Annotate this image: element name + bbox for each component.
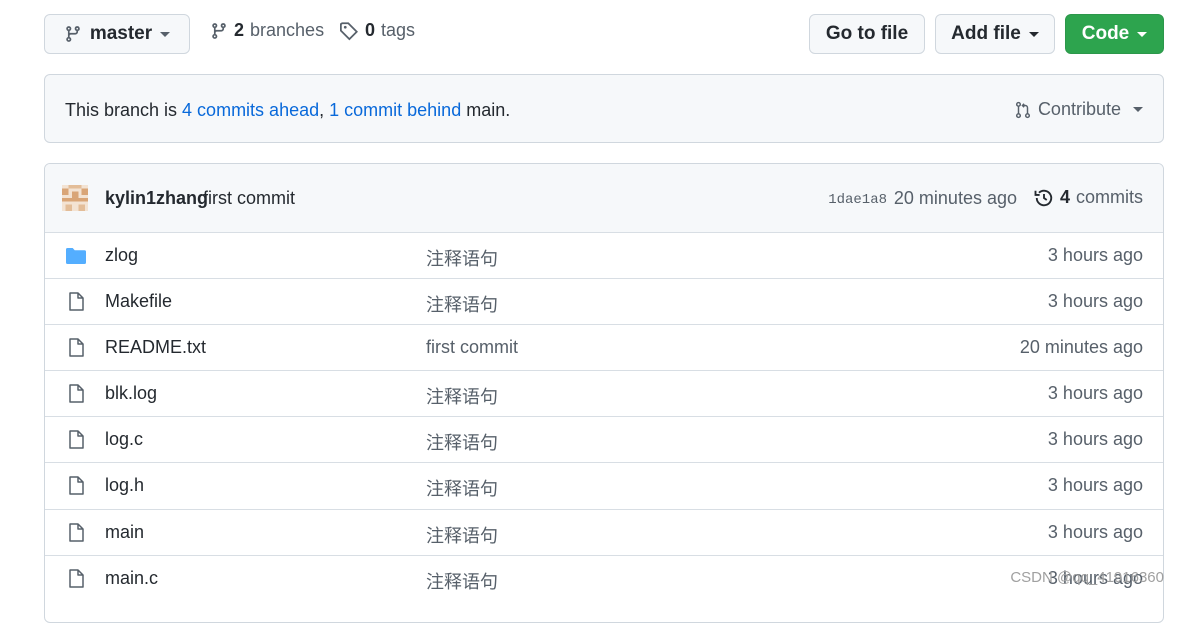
file-listing: kylin1zhang first commit 1dae1a8 20 minu…: [44, 163, 1164, 623]
branch-status-text: This branch is 4 commits ahead, 1 commit…: [65, 100, 510, 121]
file-name[interactable]: log.c: [105, 429, 143, 450]
commit-time: 20 minutes ago: [893, 188, 1017, 208]
file-name[interactable]: log.h: [105, 475, 144, 496]
commit-author[interactable]: kylin1zhang: [105, 188, 208, 209]
caret-down-icon: [160, 31, 171, 37]
branch-status-sep: ,: [319, 100, 330, 120]
git-branch-icon: [212, 22, 226, 39]
commits-ahead-link[interactable]: 4 commits ahead: [182, 100, 319, 120]
latest-commit-bar: kylin1zhang first commit 1dae1a8 20 minu…: [45, 164, 1163, 232]
pull-request-icon: [1015, 101, 1030, 118]
commit-sha[interactable]: 1dae1a8: [828, 192, 887, 208]
file-row-log-c[interactable]: log.c 注释语句 3 hours ago: [45, 416, 1163, 462]
caret-down-icon: [1133, 107, 1143, 112]
caret-down-icon: [1028, 31, 1039, 37]
commit-message[interactable]: first commit: [203, 188, 295, 209]
branches-label: branches: [250, 20, 325, 40]
avatar[interactable]: [62, 185, 88, 211]
file-commit-message[interactable]: 注释语句: [426, 383, 498, 409]
file-icon: [69, 569, 84, 588]
branch-status-suffix: main.: [461, 100, 511, 120]
file-icon: [69, 338, 84, 357]
file-row-readme[interactable]: README.txt first commit 20 minutes ago: [45, 324, 1163, 370]
file-age: 3 hours ago: [1047, 245, 1143, 265]
file-row-makefile[interactable]: Makefile 注释语句 3 hours ago: [45, 278, 1163, 324]
tag-icon: [340, 21, 358, 40]
add-file-label: Add file: [951, 23, 1021, 44]
file-name[interactable]: blk.log: [105, 383, 157, 404]
file-icon: [69, 523, 84, 542]
file-age: 3 hours ago: [1047, 291, 1143, 311]
file-name[interactable]: README.txt: [105, 337, 206, 358]
file-icon: [69, 476, 84, 495]
file-icon: [69, 292, 84, 311]
file-commit-message[interactable]: 注释语句: [426, 291, 498, 317]
file-commit-message[interactable]: 注释语句: [426, 429, 498, 455]
commits-link[interactable]: 4 commits: [1034, 187, 1143, 208]
file-commit-message[interactable]: 注释语句: [426, 245, 498, 271]
git-branch-icon: [66, 26, 80, 42]
file-name[interactable]: main.c: [105, 568, 158, 589]
code-label: Code: [1081, 23, 1130, 44]
contribute-label: Contribute: [1037, 99, 1121, 119]
file-age: 3 hours ago: [1047, 475, 1143, 495]
file-name[interactable]: Makefile: [105, 291, 172, 312]
file-commit-message[interactable]: first commit: [426, 337, 518, 358]
code-button[interactable]: Code: [1065, 14, 1164, 54]
branches-count: 2: [234, 20, 245, 40]
file-row-zlog[interactable]: zlog 注释语句 3 hours ago: [45, 232, 1163, 278]
tags-link[interactable]: 0 tags: [339, 20, 415, 41]
go-to-file-button[interactable]: Go to file: [809, 14, 925, 54]
file-age: 20 minutes ago: [1019, 337, 1143, 357]
file-row-blk-log[interactable]: blk.log 注释语句 3 hours ago: [45, 370, 1163, 416]
branches-link[interactable]: 2 branches: [210, 20, 324, 41]
folder-icon: [66, 248, 86, 264]
file-age: 3 hours ago: [1047, 429, 1143, 449]
commits-count: 4: [1059, 187, 1070, 207]
caret-down-icon: [1137, 31, 1148, 37]
file-row-log-h[interactable]: log.h 注释语句 3 hours ago: [45, 462, 1163, 508]
tags-label: tags: [381, 20, 416, 40]
file-age: 3 hours ago: [1047, 383, 1143, 403]
commits-label: commits: [1076, 187, 1143, 207]
file-commit-message[interactable]: 注释语句: [426, 568, 498, 594]
add-file-button[interactable]: Add file: [935, 14, 1055, 54]
file-icon: [69, 384, 84, 403]
file-name[interactable]: main: [105, 522, 144, 543]
file-commit-message[interactable]: 注释语句: [426, 522, 498, 548]
branch-selector-button[interactable]: master: [44, 14, 190, 54]
branch-status-prefix: This branch is: [65, 100, 183, 120]
file-row-main[interactable]: main 注释语句 3 hours ago: [45, 509, 1163, 555]
file-row-main-c[interactable]: main.c 注释语句 3 hours ago: [45, 555, 1163, 601]
file-name[interactable]: zlog: [105, 245, 138, 266]
watermark: CSDN @qq_41916360: [1010, 569, 1164, 586]
tags-count: 0: [365, 20, 376, 40]
branch-status-panel: This branch is 4 commits ahead, 1 commit…: [44, 74, 1164, 143]
contribute-button[interactable]: Contribute: [1014, 99, 1143, 120]
history-icon: [1034, 189, 1053, 206]
file-age: 3 hours ago: [1047, 522, 1143, 542]
file-icon: [69, 430, 84, 449]
commits-behind-link[interactable]: 1 commit behind: [329, 100, 461, 120]
file-commit-message[interactable]: 注释语句: [426, 475, 498, 501]
branch-name: master: [89, 23, 153, 44]
